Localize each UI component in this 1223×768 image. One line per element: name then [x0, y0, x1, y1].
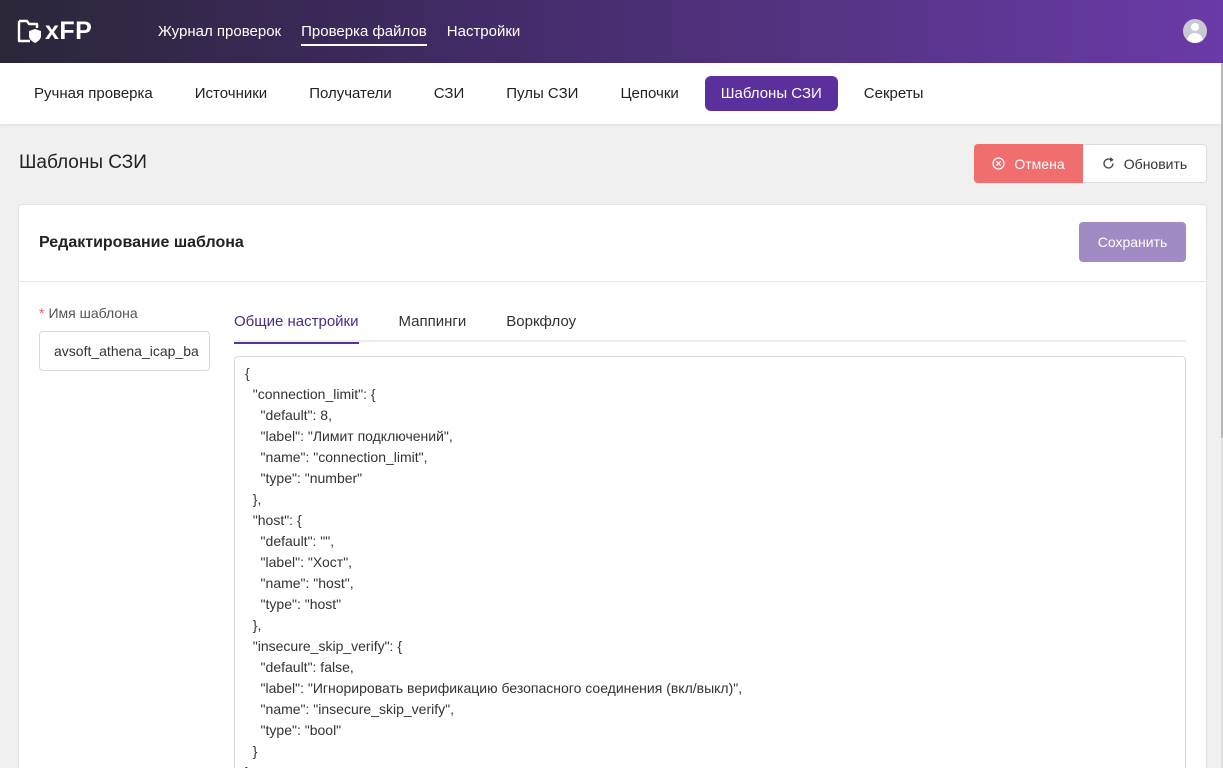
page-actions: Отмена Обновить: [974, 144, 1207, 183]
json-editor-content: { "connection_limit": { "default": 8, "l…: [245, 365, 743, 768]
subnav-item-chains[interactable]: Цепочки: [604, 76, 694, 111]
cancel-button-label: Отмена: [1014, 155, 1065, 172]
tab-mappings[interactable]: Маппинги: [399, 303, 467, 342]
app-logo[interactable]: xFP: [17, 17, 92, 45]
template-edit-card: Редактирование шаблона Сохранить * Имя ша…: [18, 204, 1207, 768]
refresh-icon: [1102, 157, 1115, 170]
template-name-label-text: Имя шаблона: [48, 305, 138, 321]
template-name-label: * Имя шаблона: [39, 305, 138, 321]
refresh-button-label: Обновить: [1123, 155, 1188, 172]
avatar-body: [1187, 33, 1203, 43]
card-title: Редактирование шаблона: [39, 234, 244, 251]
avatar-head: [1191, 23, 1199, 31]
top-navigation: Журнал проверок Проверка файлов Настройк…: [158, 0, 540, 63]
subnav-item-secrets[interactable]: Секреты: [848, 76, 940, 111]
subnav-item-recipients[interactable]: Получатели: [293, 76, 408, 111]
cancel-button[interactable]: Отмена: [974, 144, 1083, 183]
shield-folder-icon: [17, 18, 43, 44]
card-header: Редактирование шаблона Сохранить: [19, 205, 1206, 282]
sub-navigation: Ручная проверка Источники Получатели СЗИ…: [0, 63, 1221, 124]
save-button[interactable]: Сохранить: [1079, 222, 1186, 262]
logo-text: xFP: [45, 17, 93, 45]
topnav-item-journal[interactable]: Журнал проверок: [158, 0, 281, 63]
refresh-button[interactable]: Обновить: [1083, 144, 1207, 183]
template-name-value: avsoft_athena_icap_ba: [54, 343, 199, 359]
template-name-input[interactable]: avsoft_athena_icap_ba: [39, 331, 210, 371]
json-editor[interactable]: { "connection_limit": { "default": 8, "l…: [234, 356, 1186, 768]
topnav-item-settings[interactable]: Настройки: [447, 0, 521, 63]
subnav-item-manual-check[interactable]: Ручная проверка: [18, 76, 169, 111]
user-avatar-icon[interactable]: [1183, 19, 1207, 43]
subnav-item-szi-pools[interactable]: Пулы СЗИ: [490, 76, 594, 111]
required-mark: *: [39, 305, 45, 321]
subnav-item-sources[interactable]: Источники: [179, 76, 283, 111]
tab-general-settings[interactable]: Общие настройки: [234, 303, 359, 344]
subnav-item-szi-templates[interactable]: Шаблоны СЗИ: [704, 76, 838, 111]
close-circle-icon: [992, 157, 1005, 170]
top-header: xFP Журнал проверок Проверка файлов Наст…: [0, 0, 1223, 63]
tab-workflow[interactable]: Воркфлоу: [506, 303, 576, 342]
topnav-item-file-check[interactable]: Проверка файлов: [301, 0, 427, 63]
subnav-item-szi[interactable]: СЗИ: [418, 76, 481, 111]
template-tabs: Общие настройки Маппинги Воркфлоу: [234, 303, 1186, 344]
page-title: Шаблоны СЗИ: [19, 152, 147, 173]
